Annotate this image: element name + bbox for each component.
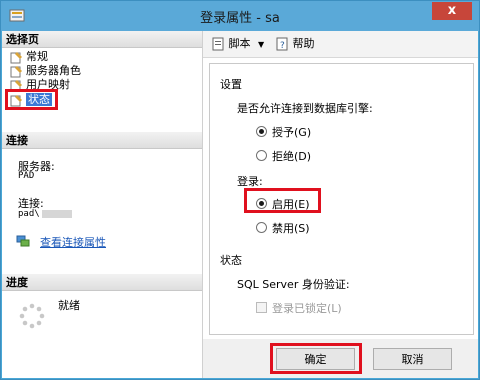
select-page-header: 选择页 [2, 31, 202, 48]
close-button[interactable]: x [432, 2, 472, 20]
svg-text:?: ? [280, 41, 285, 51]
grant-label: 授予(G) [272, 126, 312, 139]
page-icon [10, 51, 22, 63]
help-button[interactable]: ? 帮助 [275, 36, 315, 52]
login-label: 登录: [237, 175, 263, 188]
grant-radio[interactable] [256, 126, 267, 137]
connection-value: pad\ [18, 209, 72, 219]
toolbar: 脚本 ▼ ? 帮助 [203, 31, 478, 58]
connection-header: 连接 [2, 132, 202, 149]
status-highlight-box [5, 89, 58, 110]
settings-section-title: 设置 [220, 78, 242, 91]
page-item-label: 服务器角色 [26, 64, 81, 77]
login-locked-checkbox[interactable] [256, 302, 267, 313]
disable-label: 禁用(S) [272, 222, 310, 235]
connection-properties-icon [16, 235, 30, 247]
view-connection-properties-link[interactable]: 查看连接属性 [40, 234, 106, 250]
login-properties-window: 登录属性 - sa x 选择页 常规 服务器角色 用户映射 状态 连接 服务器:… [0, 0, 480, 380]
disable-radio[interactable] [256, 222, 267, 233]
progress-spinner-icon [19, 303, 45, 329]
connection-value-text: pad\ [18, 209, 40, 219]
progress-header: 进度 [2, 274, 202, 291]
page-item-label: 常规 [26, 50, 48, 63]
chevron-down-icon[interactable]: ▼ [258, 40, 264, 49]
window-title: 登录属性 - sa [200, 11, 280, 26]
settings-pane: 设置 是否允许连接到数据库引擎: 授予(G) 拒绝(D) 登录: 启用(E) 禁… [209, 63, 474, 335]
redacted-user [41, 209, 72, 218]
login-locked-label: 登录已锁定(L) [272, 302, 342, 315]
server-value: PAD [18, 171, 35, 181]
title-bar[interactable]: 登录属性 - sa x [1, 1, 479, 31]
left-panel: 选择页 常规 服务器角色 用户映射 状态 连接 服务器: PAD 连接: pad… [2, 31, 203, 378]
enable-highlight-box [244, 188, 321, 213]
page-item-general[interactable]: 常规 [10, 49, 48, 64]
help-icon: ? [276, 37, 288, 51]
deny-label: 拒绝(D) [272, 150, 312, 163]
page-icon [10, 65, 22, 77]
sql-auth-label: SQL Server 身份验证: [237, 278, 350, 291]
progress-status: 就绪 [58, 299, 80, 312]
cancel-button[interactable]: 取消 [373, 348, 452, 370]
button-footer: 确定 取消 [203, 339, 478, 378]
deny-radio[interactable] [256, 150, 267, 161]
page-item-server-roles[interactable]: 服务器角色 [10, 63, 81, 78]
help-label: 帮助 [292, 37, 315, 50]
script-button[interactable]: 脚本 ▼ [211, 36, 264, 53]
script-label: 脚本 [228, 37, 251, 50]
allow-connect-question: 是否允许连接到数据库引擎: [237, 102, 373, 115]
script-icon [212, 37, 224, 51]
right-panel: 脚本 ▼ ? 帮助 设置 是否允许连接到数据库引擎: 授予(G) 拒绝(D) 登… [203, 31, 478, 378]
ok-highlight-box [270, 343, 362, 374]
status-section-title: 状态 [220, 254, 242, 267]
dialog-client: 选择页 常规 服务器角色 用户映射 状态 连接 服务器: PAD 连接: pad… [2, 31, 478, 378]
